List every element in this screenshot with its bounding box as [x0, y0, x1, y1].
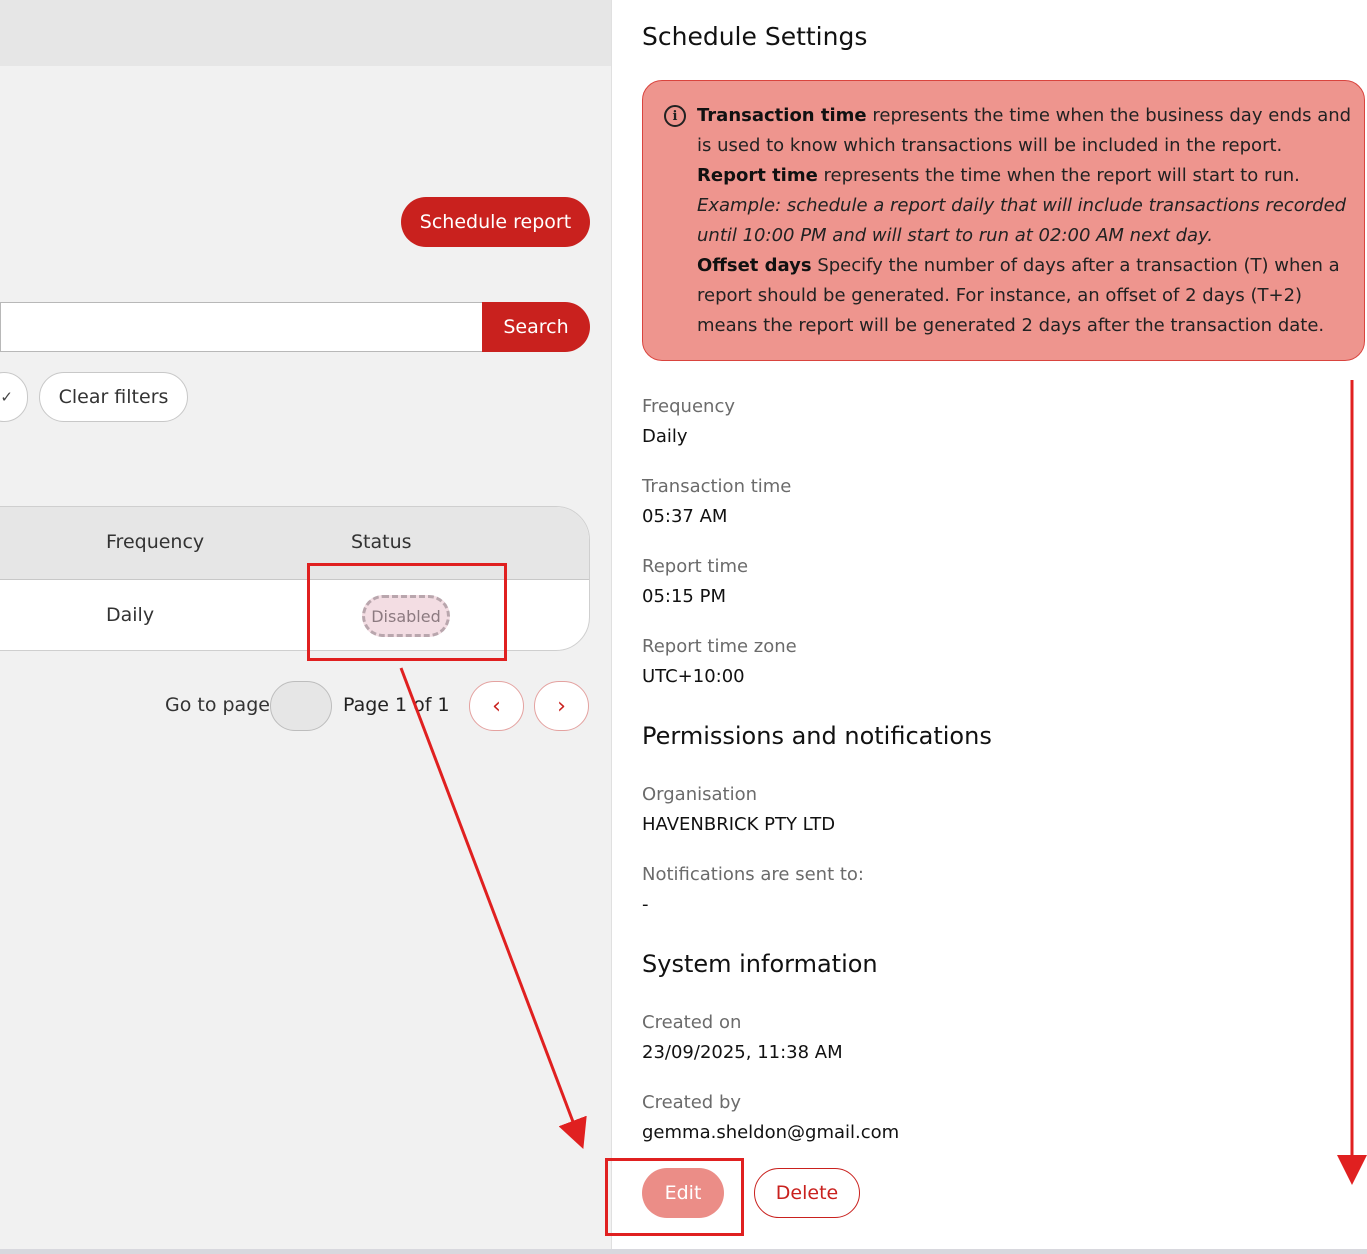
created-by-value: gemma.sheldon@gmail.com	[642, 1122, 900, 1143]
chevron-left-icon: ‹	[492, 693, 501, 719]
panel-title: Schedule Settings	[642, 22, 868, 51]
schedule-settings-panel: Schedule Settings i Transaction time rep…	[611, 0, 1367, 1249]
next-page-button[interactable]: ›	[534, 681, 589, 731]
organisation-value: HAVENBRICK PTY LTD	[642, 814, 836, 835]
filter-chip[interactable]: ✓	[0, 372, 28, 422]
report-time-label: Report time	[642, 556, 749, 577]
search-input[interactable]	[0, 302, 483, 352]
chevron-right-icon: ›	[557, 693, 566, 719]
top-bar	[0, 0, 611, 66]
annotation-box-edit	[605, 1158, 744, 1236]
info-callout: i Transaction time represents the time w…	[642, 80, 1365, 361]
frequency-value: Daily	[642, 426, 688, 447]
search-bar: Search	[0, 302, 590, 352]
transaction-time-value: 05:37 AM	[642, 506, 728, 527]
organisation-label: Organisation	[642, 784, 758, 805]
check-icon: ✓	[0, 388, 13, 406]
clear-filters-button[interactable]: Clear filters	[39, 372, 188, 422]
frequency-label: Frequency	[642, 396, 735, 417]
notifications-value: -	[642, 894, 649, 915]
created-on-value: 23/09/2025, 11:38 AM	[642, 1042, 843, 1063]
example-text: Example: schedule a report daily that wi…	[697, 195, 1347, 246]
permissions-section-title: Permissions and notifications	[642, 722, 992, 750]
report-time-desc: represents the time when the report will…	[817, 165, 1300, 186]
report-time-term: Report time	[697, 165, 818, 186]
search-button[interactable]: Search	[482, 302, 590, 352]
go-to-page-label: Go to page	[165, 694, 270, 716]
go-to-page-input[interactable]	[270, 681, 332, 731]
offset-days-term: Offset days	[697, 255, 812, 276]
created-on-label: Created on	[642, 1012, 742, 1033]
bottom-divider	[0, 1249, 1367, 1254]
report-list-pane: Schedule report Search ✓ Clear filters F…	[0, 0, 611, 1254]
schedule-report-button[interactable]: Schedule report	[401, 197, 590, 247]
system-info-section-title: System information	[642, 950, 878, 978]
column-header-status[interactable]: Status	[351, 531, 412, 553]
transaction-time-term: Transaction time	[697, 105, 867, 126]
report-time-zone-value: UTC+10:00	[642, 666, 745, 687]
delete-button[interactable]: Delete	[754, 1168, 860, 1218]
notifications-label: Notifications are sent to:	[642, 864, 864, 885]
report-time-value: 05:15 PM	[642, 586, 726, 607]
page-indicator: Page 1 of 1	[343, 694, 450, 716]
transaction-time-label: Transaction time	[642, 476, 792, 497]
frequency-cell: Daily	[106, 604, 155, 626]
info-circle-icon: i	[664, 105, 686, 127]
annotation-box-status	[307, 563, 507, 661]
column-header-frequency[interactable]: Frequency	[106, 531, 204, 553]
previous-page-button[interactable]: ‹	[469, 681, 524, 731]
report-time-zone-label: Report time zone	[642, 636, 797, 657]
info-text: Transaction time represents the time whe…	[697, 101, 1352, 341]
created-by-label: Created by	[642, 1092, 742, 1113]
